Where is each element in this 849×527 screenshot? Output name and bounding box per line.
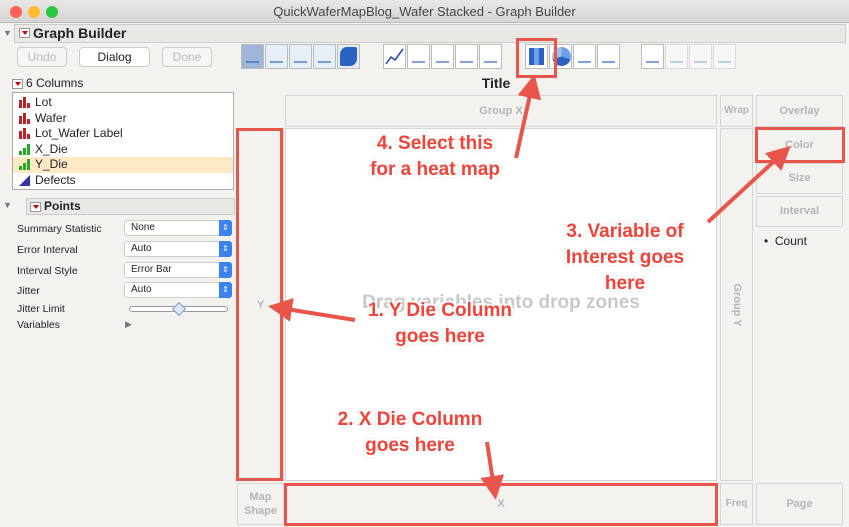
annotation-4: 4. Select this for a heat map <box>370 133 500 180</box>
arrow-to-color <box>706 145 791 224</box>
annotation-3: 3. Variable of Interest goes here <box>565 221 685 294</box>
annotation-2: 2. X Die Column goes here <box>337 409 483 456</box>
annotation-1: 1. Y Die Column goes here <box>368 300 512 347</box>
